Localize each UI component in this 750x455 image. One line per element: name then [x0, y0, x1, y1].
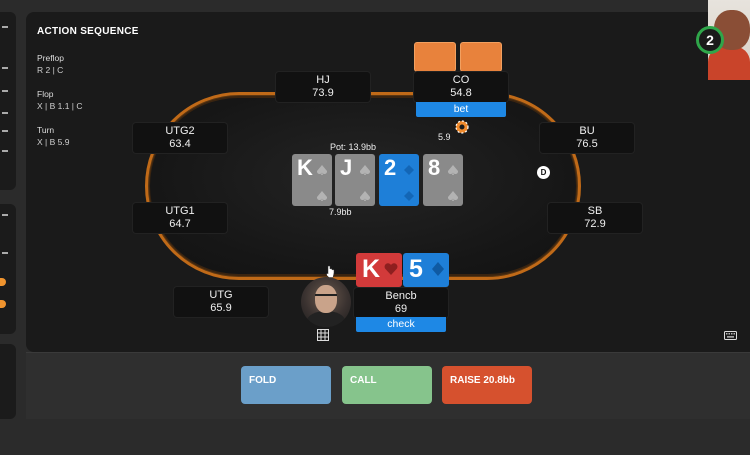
diamond-icon [404, 191, 414, 201]
seat-stack: 72.9 [584, 218, 606, 230]
cursor-icon [326, 265, 335, 278]
pot-total: Pot: 13.9bb [330, 142, 377, 152]
board-card: 2 [379, 154, 419, 206]
seat-stack: 73.9 [312, 87, 334, 99]
hero-action-badge: check [356, 317, 446, 332]
hero-card: 5 [403, 253, 449, 287]
seat-co: CO 54.8 [414, 72, 508, 102]
street-turn: Turn X | B 5.9 [37, 124, 69, 148]
street-flop: Flop X | B 1.1 | C [37, 88, 83, 112]
card-rank: J [340, 155, 353, 180]
fold-button[interactable]: FOLD [241, 366, 331, 404]
spade-icon [359, 165, 371, 175]
seat-stack: 65.9 [210, 302, 232, 314]
sidebar-tick [2, 130, 8, 132]
spade-icon [359, 191, 371, 201]
seat-stack: 64.7 [169, 218, 191, 230]
board-card: 8 [423, 154, 463, 206]
co-hole-card [460, 42, 502, 72]
street-name: Preflop [37, 53, 64, 63]
left-sidebar-strip [0, 12, 16, 419]
board-card: K [292, 154, 332, 206]
sidebar-tick [2, 252, 8, 254]
sidebar-tick [2, 214, 8, 216]
seat-name: UTG1 [165, 205, 195, 217]
street-preflop: Preflop R 2 | C [37, 52, 64, 76]
board-card: J [335, 154, 375, 206]
seat-name: Bencb [385, 290, 417, 302]
seat-name: SB [587, 205, 603, 217]
seat-stack: 54.8 [450, 87, 472, 99]
seat-name: BU [579, 125, 595, 137]
card-rank: K [297, 155, 313, 180]
spade-icon [447, 165, 459, 175]
action-timer: 2 [696, 26, 724, 54]
seat-utg1: UTG1 64.7 [133, 203, 227, 233]
hero-card: K [356, 253, 402, 287]
heart-icon [384, 263, 398, 275]
hero-avatar [301, 277, 351, 327]
co-action-badge: bet [416, 102, 506, 117]
spade-icon [316, 191, 328, 201]
spade-icon [316, 165, 328, 175]
seat-stack: 69 [394, 303, 408, 315]
grid-icon[interactable] [317, 329, 329, 341]
seat-utg: UTG 65.9 [174, 287, 268, 317]
seat-stack: 63.4 [169, 138, 191, 150]
dealer-button: D [537, 166, 550, 179]
street-actions: X | B 1.1 | C [37, 101, 83, 111]
call-button[interactable]: CALL [342, 366, 432, 404]
seat-name: CO [452, 74, 470, 86]
sidebar-tick [2, 90, 8, 92]
seat-sb: SB 72.9 [548, 203, 642, 233]
seat-bu: BU 76.5 [540, 123, 634, 153]
keyboard-icon[interactable] [724, 331, 737, 340]
sidebar-indicator [0, 300, 6, 308]
card-rank: K [362, 255, 381, 283]
seat-name: UTG [209, 289, 233, 301]
seat-hj: HJ 73.9 [276, 72, 370, 102]
sidebar-tick [2, 26, 8, 28]
card-rank: 5 [409, 255, 423, 283]
action-sequence-title: ACTION SEQUENCE [37, 26, 139, 37]
chip-icon [455, 120, 469, 134]
sidebar-segment-middle [0, 204, 16, 334]
sidebar-tick [2, 150, 8, 152]
seat-stack: 76.5 [576, 138, 598, 150]
street-actions: R 2 | C [37, 65, 64, 75]
sidebar-segment-top [0, 12, 16, 190]
card-rank: 8 [428, 155, 441, 180]
street-actions: X | B 5.9 [37, 137, 70, 147]
diamond-icon [432, 262, 444, 276]
seat-name: HJ [316, 74, 330, 86]
spade-icon [447, 191, 459, 201]
seat-hero: Bencb 69 [354, 288, 448, 318]
sidebar-tick [2, 112, 8, 114]
seat-name: UTG2 [165, 125, 195, 137]
street-name: Flop [37, 89, 54, 99]
diamond-icon [404, 165, 414, 175]
sidebar-segment-bottom [0, 344, 16, 419]
co-hole-card [414, 42, 456, 72]
seat-utg2: UTG2 63.4 [133, 123, 227, 153]
pot-amount: 7.9bb [329, 207, 352, 217]
street-name: Turn [37, 125, 55, 135]
co-bet-amount: 5.9 [438, 132, 451, 142]
card-rank: 2 [384, 155, 397, 180]
sidebar-indicator [0, 278, 6, 286]
raise-button[interactable]: RAISE 20.8bb [442, 366, 532, 404]
sidebar-tick [2, 67, 8, 69]
